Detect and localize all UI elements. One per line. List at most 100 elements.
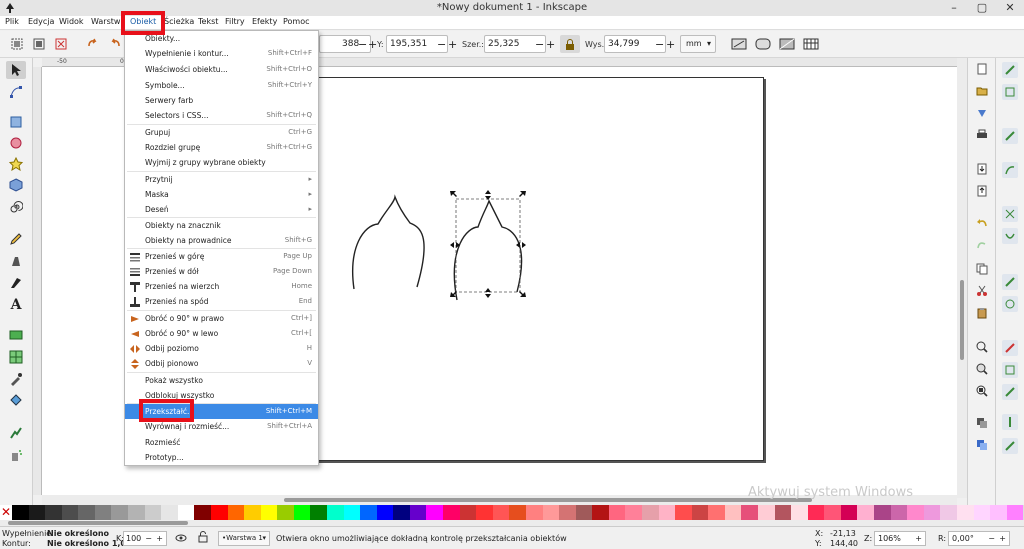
palette-swatch[interactable] — [774, 505, 792, 520]
width-plus-button[interactable]: + — [546, 38, 555, 51]
palette-swatch[interactable] — [956, 505, 974, 520]
palette-swatch[interactable] — [227, 505, 245, 520]
palette-swatch[interactable] — [194, 505, 211, 520]
maximize-button[interactable]: ▢ — [968, 0, 996, 16]
palette-swatch[interactable] — [61, 505, 79, 520]
menu-item-pop-from-group[interactable]: Wyjmij z grupy wybrane obiekty — [125, 155, 318, 170]
opacity-minus-button[interactable]: − — [145, 532, 152, 545]
palette-swatch[interactable] — [161, 505, 178, 520]
menu-item-pattern[interactable]: Deseń ▸ — [125, 202, 318, 217]
menu-sciezka[interactable]: Ścieżka — [164, 17, 194, 26]
palette-swatch[interactable] — [177, 505, 195, 520]
lock-ratio-button[interactable] — [560, 35, 580, 53]
palette-swatch[interactable] — [111, 505, 129, 520]
scale-stroke-icon[interactable] — [730, 37, 748, 51]
palette-swatch[interactable] — [210, 505, 228, 520]
palette-swatch[interactable] — [360, 505, 377, 520]
paint-bucket-tool[interactable] — [6, 392, 26, 410]
no-paint-swatch[interactable]: ✕ — [0, 505, 12, 520]
palette-swatch[interactable] — [393, 505, 410, 520]
gradient-tool[interactable] — [6, 326, 26, 344]
palette-swatch[interactable] — [874, 505, 891, 520]
snap-paths-icon[interactable] — [1002, 162, 1018, 178]
menu-item-objects-to-marker[interactable]: Obiekty na znacznik — [125, 218, 318, 233]
menu-item-prototype[interactable]: Prototyp... — [125, 450, 318, 465]
palette-swatch[interactable] — [641, 505, 659, 520]
vertical-scrollbar[interactable] — [957, 58, 967, 498]
calligraphy-tool[interactable] — [6, 274, 26, 292]
menu-item-lower[interactable]: Przenieś w dół Page Down — [125, 264, 318, 279]
snap-centers-icon[interactable] — [1002, 296, 1018, 312]
palette-swatch[interactable] — [476, 505, 493, 520]
cut-icon[interactable] — [975, 284, 989, 298]
palette-swatch[interactable] — [940, 505, 957, 520]
zoom-selection-icon[interactable] — [975, 340, 989, 354]
menu-widok[interactable]: Widok — [59, 17, 84, 26]
palette-swatch[interactable] — [675, 505, 692, 520]
dropper-tool[interactable] — [6, 370, 26, 388]
palette-swatch[interactable] — [45, 505, 62, 520]
menu-item-lower-to-bottom[interactable]: Przenieś na spód End — [125, 294, 318, 309]
palette-swatch[interactable] — [559, 505, 576, 520]
new-document-icon[interactable] — [975, 62, 989, 76]
menu-pomoc[interactable]: Pomoc — [283, 17, 310, 26]
palette-swatch[interactable] — [94, 505, 112, 520]
palette-scroll-thumb[interactable] — [8, 521, 188, 525]
palette-swatch[interactable] — [791, 505, 808, 520]
palette-swatch[interactable] — [625, 505, 642, 520]
palette-swatch[interactable] — [907, 505, 924, 520]
menu-item-selectors-css[interactable]: Selectors i CSS... Shift+Ctrl+Q — [125, 108, 318, 123]
zoom-field[interactable]: 106% + — [874, 531, 926, 546]
snap-midpoints-icon[interactable] — [1002, 274, 1018, 290]
export-icon[interactable] — [975, 184, 989, 198]
rotation-minus-button[interactable]: − — [988, 532, 995, 545]
rectangle-tool[interactable] — [6, 113, 26, 131]
palette-swatch[interactable] — [741, 505, 759, 520]
undo-icon[interactable] — [975, 216, 989, 230]
palette-swatch[interactable] — [260, 505, 278, 520]
menu-plik[interactable]: Plik — [5, 17, 19, 26]
copy-icon[interactable] — [975, 262, 989, 276]
fill-value[interactable]: Nie określono — [47, 529, 109, 538]
palette-swatch[interactable] — [840, 505, 858, 520]
palette-swatch[interactable] — [409, 505, 427, 520]
snap-toggle-icon[interactable] — [1002, 62, 1018, 78]
text-tool[interactable]: A — [6, 296, 26, 314]
node-tool[interactable] — [6, 83, 26, 101]
palette-swatch[interactable] — [78, 505, 95, 520]
snap-guide-icon[interactable] — [1002, 414, 1018, 430]
menu-item-objects-to-guides[interactable]: Obiekty na prowadnice Shift+G — [125, 233, 318, 248]
snap-page-icon[interactable] — [1002, 362, 1018, 378]
paste-icon[interactable] — [975, 306, 989, 320]
selector-tool[interactable] — [6, 61, 26, 79]
menu-item-clip[interactable]: Przytnij ▸ — [125, 172, 318, 187]
zoom-drawing-icon[interactable] — [975, 362, 989, 376]
palette-swatch[interactable] — [426, 505, 444, 520]
spray-tool[interactable] — [6, 446, 26, 464]
save-icon[interactable] — [975, 106, 989, 120]
palette-swatch[interactable] — [658, 505, 676, 520]
x-minus-button[interactable]: − — [358, 38, 367, 51]
height-plus-button[interactable]: + — [666, 38, 675, 51]
palette-swatch[interactable] — [343, 505, 361, 520]
vertical-scroll-thumb[interactable] — [960, 280, 964, 360]
menu-item-paint-servers[interactable]: Serwery farb — [125, 93, 318, 108]
rotation-field[interactable]: 0,00° − + — [948, 531, 1010, 546]
palette-swatch[interactable] — [608, 505, 626, 520]
palette-swatch[interactable] — [758, 505, 775, 520]
palette-swatch[interactable] — [990, 505, 1007, 520]
palette-swatch[interactable] — [542, 505, 560, 520]
snap-rotation-center-icon[interactable] — [1002, 340, 1018, 356]
menu-item-group[interactable]: Grupuj Ctrl+G — [125, 125, 318, 140]
width-minus-button[interactable]: − — [535, 38, 544, 51]
open-folder-icon[interactable] — [975, 84, 989, 98]
palette-swatch[interactable] — [509, 505, 526, 520]
tweak-tool[interactable] — [6, 424, 26, 442]
menu-efekty[interactable]: Efekty — [252, 17, 277, 26]
menu-item-rotate-ccw[interactable]: Obróć o 90° w lewo Ctrl+[ — [125, 326, 318, 341]
redo-icon[interactable] — [975, 238, 989, 252]
duplicate-icon[interactable] — [975, 416, 989, 430]
move-patterns-icon[interactable] — [802, 37, 820, 51]
height-minus-button[interactable]: − — [655, 38, 664, 51]
minimize-button[interactable]: – — [940, 0, 968, 16]
